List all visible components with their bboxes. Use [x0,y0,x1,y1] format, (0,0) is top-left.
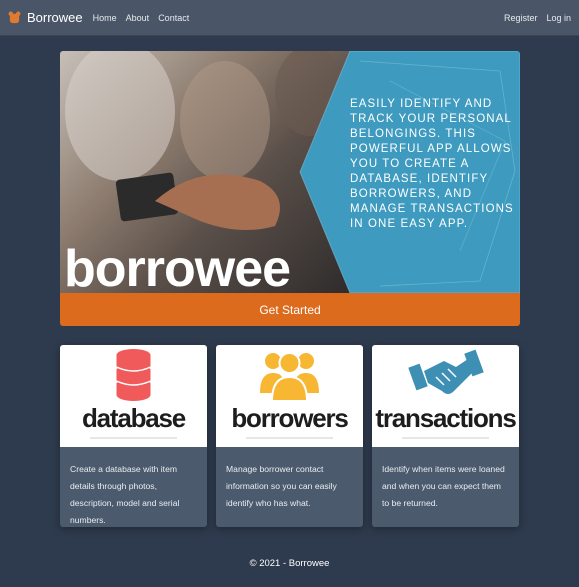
card-description: Manage borrower contact information so y… [216,447,363,527]
divider [246,437,333,439]
navbar: Borrowee Home About Contact Register Log… [0,0,579,36]
database-icon [116,349,151,401]
footer-copyright: © 2021 - Borrowee [249,558,330,569]
nav-right: Register Log in [495,13,571,23]
hero-logo: borrowee [64,240,291,293]
nav-about-link[interactable]: About [126,13,150,23]
brand-name[interactable]: Borrowee [27,10,83,25]
users-icon [260,352,319,402]
handshake-icon [408,349,484,394]
brand-logo-icon [8,11,21,24]
card-description: Identify when items were loaned and when… [372,447,519,527]
card-title: borrowers [231,403,349,433]
card-title: transactions [375,403,516,433]
borrowers-card[interactable]: borrowers Manage borrower contact inform… [216,345,363,527]
card-description: Create a database with item details thro… [60,447,207,527]
login-link[interactable]: Log in [546,13,571,23]
get-started-button[interactable]: Get Started [60,293,520,326]
card-header: transactions [372,345,519,447]
nav-contact-link[interactable]: Contact [158,13,189,23]
nav-home-link[interactable]: Home [93,13,117,23]
register-link[interactable]: Register [504,13,538,23]
divider [402,437,489,439]
card-header: borrowers [216,345,363,447]
hero-banner: ​ borrowee Easily identify and track you… [60,51,520,293]
divider [90,437,177,439]
card-title: database [81,403,186,433]
brand[interactable]: Borrowee [8,10,83,25]
hero-text: Easily identify and track your personal … [350,98,514,230]
database-card[interactable]: database Create a database with item det… [60,345,207,527]
card-header: database [60,345,207,447]
transactions-card[interactable]: transactions Identify when items were lo… [372,345,519,527]
